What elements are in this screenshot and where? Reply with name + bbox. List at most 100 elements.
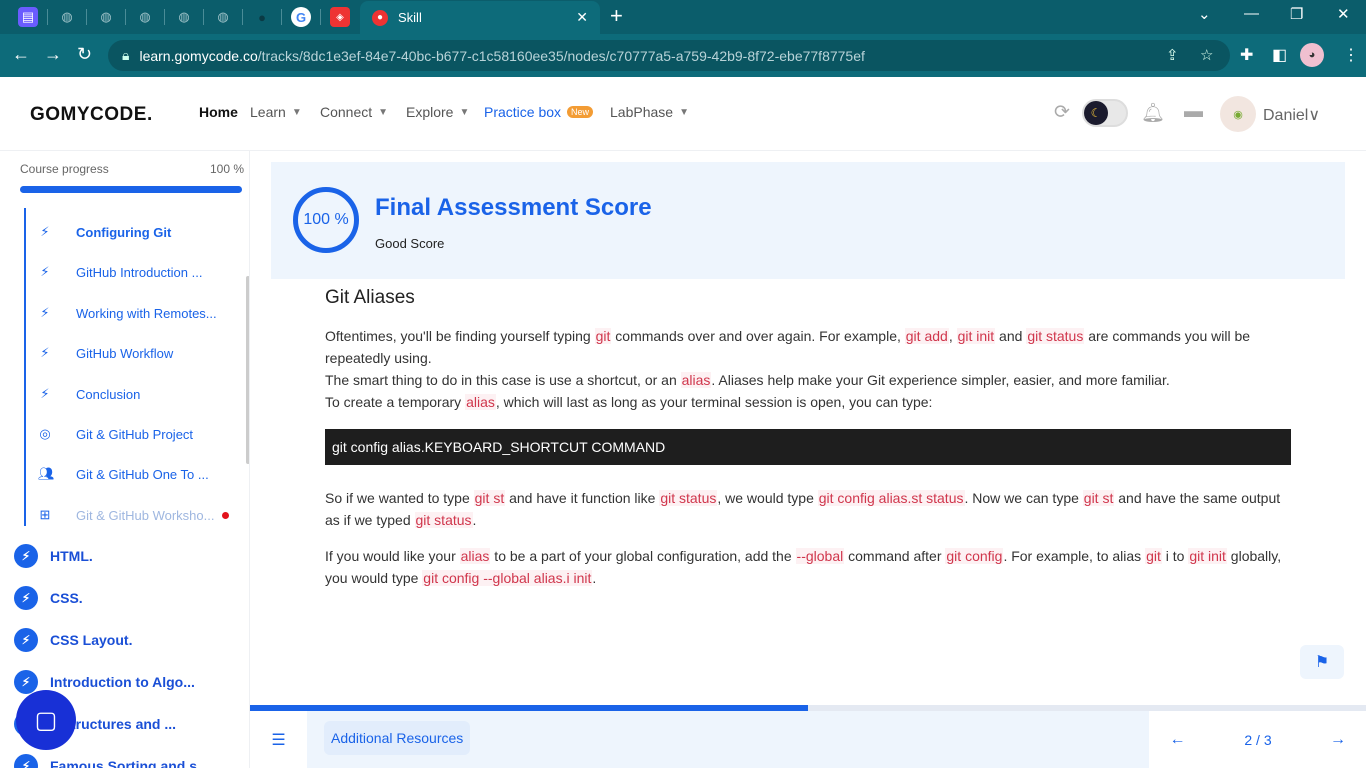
module-label: Introduction to Algo... — [50, 674, 195, 690]
next-page-button[interactable]: → — [1310, 711, 1366, 768]
tab-separator — [281, 9, 282, 25]
browser-profile-avatar[interactable]: ◕ — [1300, 43, 1324, 67]
inline-code: git status — [659, 490, 718, 506]
bell-icon[interactable]: 🔔︎ — [1141, 101, 1165, 125]
nav-practice-label: Practice box — [484, 104, 562, 120]
browser-tab-strip: ▤ ◍ ◍ ◍ ◍ ◍ ● G ◈ ● Skill ✕ + ⌄ — ❐ ✕ — [0, 0, 1366, 34]
chat-icon[interactable]: ▬ — [1184, 101, 1203, 123]
tab-title: Skill — [398, 10, 422, 25]
chevron-down-icon: ∨ — [1308, 107, 1321, 124]
lesson-item[interactable]: ⚡︎ Configuring Git — [38, 224, 171, 240]
inline-code: git init — [1188, 548, 1227, 564]
bolt-icon: ⚡︎ — [40, 264, 50, 279]
lesson-item[interactable]: ⚡︎ Working with Remotes... — [38, 305, 216, 321]
inline-code: git init — [956, 328, 996, 344]
module-item[interactable]: ⚡︎ CSS Layout. — [14, 628, 132, 652]
arrow-right-icon: → — [1330, 730, 1346, 748]
share-icon[interactable]: ⇪ — [1166, 46, 1179, 64]
inline-code: git config --global alias.i init — [422, 570, 593, 586]
restore-icon[interactable]: ❐ — [1290, 5, 1303, 23]
bookmark-star-icon[interactable]: ☆ — [1200, 46, 1213, 64]
additional-resources-button[interactable]: Additional Resources — [324, 721, 471, 755]
paragraph: If you would like your alias to be a par… — [325, 545, 1291, 589]
google-icon[interactable]: G — [291, 7, 311, 27]
extensions-icon[interactable]: ✚ — [1240, 45, 1253, 65]
module-item[interactable]: ⚡︎ HTML. — [14, 544, 93, 568]
report-flag-button[interactable]: ⚑ — [1300, 645, 1344, 679]
new-tab-button[interactable]: + — [610, 5, 623, 27]
nav-connect[interactable]: Connect ▼ — [320, 104, 388, 120]
course-progress-value: 100 % — [210, 162, 245, 176]
browser-menu-icon[interactable]: ⋮ — [1343, 45, 1359, 65]
lesson-item[interactable]: 👥︎ Git & GitHub One To ... — [38, 466, 209, 482]
lesson-label: Git & GitHub Project — [76, 426, 194, 442]
target-icon: ◎ — [39, 426, 51, 441]
lesson-item[interactable]: ⚡︎ Conclusion — [38, 386, 140, 402]
nav-explore[interactable]: Explore ▼ — [406, 104, 469, 120]
refresh-icon[interactable]: ⟳ — [1054, 101, 1070, 124]
globe-icon[interactable]: ◍ — [135, 7, 155, 27]
globe-icon[interactable]: ◍ — [96, 7, 116, 27]
close-tab-icon[interactable]: ✕ — [576, 9, 588, 26]
nav-practice-box[interactable]: Practice box New — [484, 104, 594, 120]
lesson-heading: Git Aliases — [325, 287, 415, 308]
dark-mode-toggle[interactable]: ☾ — [1082, 99, 1128, 127]
score-title: Final Assessment Score — [375, 194, 652, 221]
chevron-down-icon[interactable]: ⌄ — [1198, 5, 1211, 23]
user-avatar[interactable]: ◉ — [1220, 96, 1256, 132]
bolt-icon: ⚡︎ — [40, 305, 50, 320]
text: To create a temporary — [325, 394, 466, 410]
bolt-icon: ⚡︎ — [14, 670, 38, 694]
lesson-label: Git & GitHub One To ... — [76, 466, 209, 482]
inline-code: git — [594, 328, 612, 344]
inline-code: git status — [414, 512, 473, 528]
globe-icon[interactable]: ◍ — [174, 7, 194, 27]
nav-home[interactable]: Home — [199, 104, 238, 120]
final-assessment-card: 100 % Final Assessment Score Good Score — [271, 162, 1345, 279]
inline-code: alias — [465, 394, 496, 410]
active-browser-tab[interactable]: ● Skill ✕ — [360, 1, 600, 34]
nav-learn-label: Learn — [250, 104, 286, 120]
module-item[interactable]: ⚡︎ CSS. — [14, 586, 83, 610]
table-of-contents-button[interactable]: ☰ — [250, 711, 307, 768]
globe-icon[interactable]: ◍ — [57, 7, 77, 27]
nav-labphase[interactable]: LabPhase ▼ — [610, 104, 689, 120]
lesson-item[interactable]: ⊞ Git & GitHub Worksho... — [38, 507, 215, 523]
address-bar[interactable]: 🔒︎ learn.gomycode.co /tracks/8dc1e3ef-84… — [108, 40, 1230, 71]
inline-code: alias — [680, 372, 712, 388]
chevron-down-icon: ▼ — [459, 106, 470, 118]
inline-code: git st — [473, 490, 506, 506]
tab-separator — [164, 9, 165, 25]
dark-site-icon[interactable]: ● — [252, 7, 272, 27]
reload-icon[interactable]: ↻ — [77, 44, 92, 65]
paragraph: The smart thing to do in this case is us… — [325, 369, 1291, 391]
lesson-item[interactable]: ◎ Git & GitHub Project — [38, 426, 193, 442]
skill-favicon: ● — [372, 9, 388, 26]
window-close-icon[interactable]: ✕ — [1337, 5, 1350, 23]
lesson-label: Git & GitHub Worksho... — [76, 507, 215, 523]
people-icon: 👥︎ — [38, 466, 55, 481]
support-chat-button[interactable]: ▢ — [16, 690, 76, 750]
lock-icon[interactable]: 🔒︎ — [122, 47, 129, 64]
flag-icon: ⚑ — [1314, 654, 1330, 671]
lesson-item[interactable]: ⚡︎ GitHub Introduction ... — [38, 264, 202, 280]
app-tab-icon[interactable]: ▤ — [18, 7, 38, 27]
nav-learn[interactable]: Learn ▼ — [250, 104, 302, 120]
sidepanel-icon[interactable]: ◧ — [1272, 45, 1287, 65]
globe-icon[interactable]: ◍ — [213, 7, 233, 27]
minimize-icon[interactable]: — — [1244, 5, 1259, 22]
paragraph: Oftentimes, you'll be finding yourself t… — [325, 325, 1291, 369]
text: So if we wanted to type — [325, 490, 474, 506]
inline-code: git st — [1082, 490, 1115, 506]
lesson-item[interactable]: ⚡︎ GitHub Workflow — [38, 345, 173, 361]
user-menu[interactable]: Daniel∨ — [1263, 105, 1320, 125]
module-item[interactable]: ⚡︎ Famous Sorting and s... — [14, 754, 209, 768]
forward-icon[interactable]: → — [44, 44, 62, 65]
text: Oftentimes, you'll be finding yourself t… — [325, 328, 595, 344]
sidebar-scrollbar[interactable] — [246, 276, 249, 464]
previous-page-button[interactable]: ← — [1149, 711, 1206, 768]
back-icon[interactable]: ← — [12, 44, 30, 65]
lesson-progress-fill — [250, 705, 808, 711]
red-site-icon[interactable]: ◈ — [330, 7, 350, 27]
gomycode-logo[interactable]: GOMYCODE. — [30, 104, 153, 126]
